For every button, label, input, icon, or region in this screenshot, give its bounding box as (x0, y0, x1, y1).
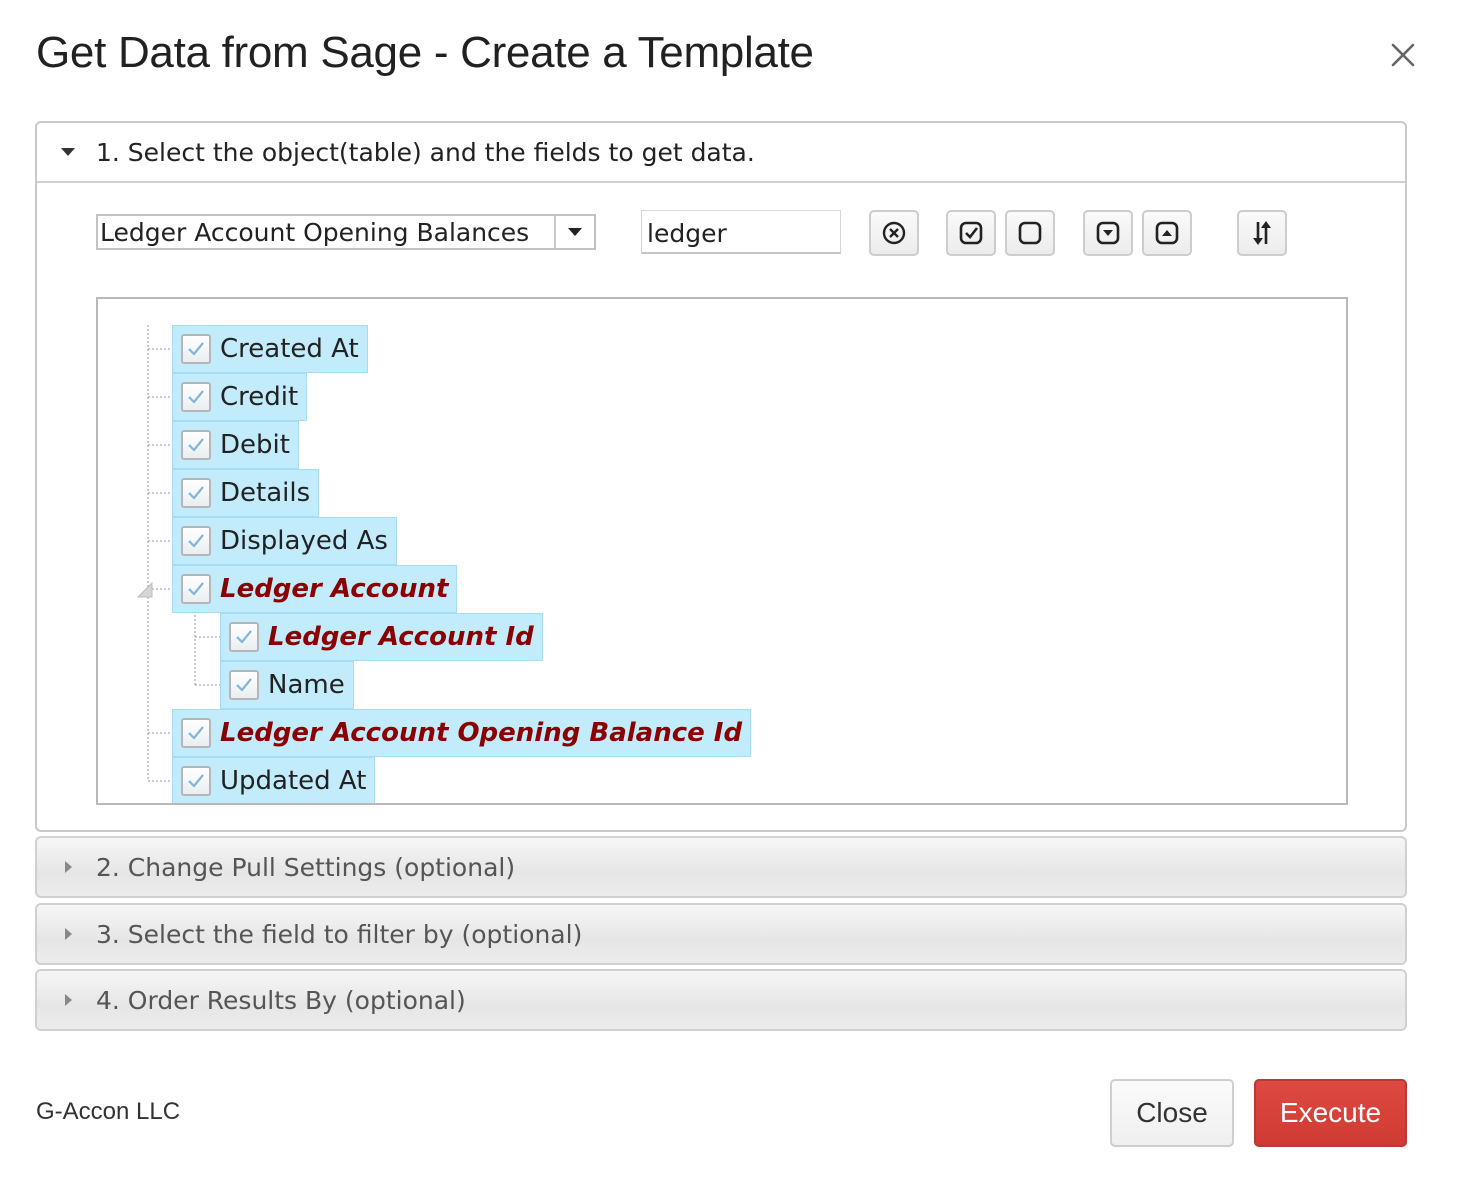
footer-brand: G-Accon LLC (36, 1098, 181, 1125)
tree-node-label: Credit (220, 382, 299, 412)
tree-node-label: Displayed As (220, 526, 388, 556)
collapse-all-button[interactable] (1142, 210, 1192, 256)
tree-node[interactable]: Ledger Account Id (220, 613, 543, 661)
tree-node-label: Details (220, 478, 311, 508)
chevron-down-square-icon (1096, 221, 1120, 245)
checkbox[interactable] (181, 430, 211, 460)
checkbox[interactable] (229, 622, 259, 652)
section-header-1[interactable]: 1. Select the object(table) and the fiel… (37, 123, 1405, 183)
expanded-triangle-icon (61, 148, 75, 156)
object-select-value: Ledger Account Opening Balances (100, 217, 530, 247)
section-label: 2. Change Pull Settings (optional) (96, 852, 516, 882)
deselect-all-button[interactable] (1005, 210, 1055, 256)
collapsed-triangle-icon (65, 861, 72, 873)
clear-search-button[interactable] (869, 210, 919, 256)
field-search-input[interactable] (641, 210, 841, 254)
tree-node[interactable]: Updated At (172, 757, 376, 803)
tree-node[interactable]: Credit (172, 373, 308, 421)
object-select[interactable]: Ledger Account Opening Balances (96, 214, 596, 250)
tree-node[interactable]: Debit (172, 421, 299, 469)
circle-x-icon (882, 221, 906, 245)
tree-node[interactable]: Ledger Account (172, 565, 458, 613)
checkbox[interactable] (181, 478, 211, 508)
tree-node-label: Ledger Account Id (268, 622, 534, 652)
empty-square-icon (1018, 221, 1042, 245)
tree-node-label: Updated At (220, 766, 367, 796)
expanded-node-icon (136, 581, 153, 598)
tree-node-label: Ledger Account Opening Balance Id (220, 718, 743, 748)
close-icon[interactable] (1386, 38, 1420, 72)
sort-arrows-icon (1253, 221, 1271, 245)
tree-node[interactable]: Name (220, 661, 354, 709)
tree-node[interactable]: Details (172, 469, 320, 517)
checkbox[interactable] (181, 574, 211, 604)
chevron-up-square-icon (1155, 221, 1179, 245)
section-filter-field[interactable]: 3. Select the field to filter by (option… (35, 903, 1407, 965)
dropdown-arrow-icon[interactable] (554, 216, 594, 248)
close-button[interactable]: Close (1110, 1079, 1234, 1147)
section-label: 3. Select the field to filter by (option… (96, 919, 583, 949)
tree-node[interactable]: Displayed As (172, 517, 397, 565)
tree-node-label: Name (268, 670, 345, 700)
tree-node-label: Ledger Account (220, 574, 449, 604)
sort-button[interactable] (1237, 210, 1287, 256)
tree-node[interactable]: Ledger Account Opening Balance Id (172, 709, 752, 757)
section-header-label: 1. Select the object(table) and the fiel… (96, 137, 755, 167)
execute-button[interactable]: Execute (1254, 1079, 1407, 1147)
checkbox[interactable] (181, 334, 211, 364)
collapsed-triangle-icon (65, 994, 72, 1006)
checkbox[interactable] (181, 382, 211, 412)
select-all-button[interactable] (946, 210, 996, 256)
checkbox[interactable] (229, 670, 259, 700)
field-tree: Created At Credit Debit Details Displayed As… (96, 297, 1348, 805)
tree-node-label: Created At (220, 334, 359, 364)
section-pull-settings[interactable]: 2. Change Pull Settings (optional) (35, 836, 1407, 898)
section-select-object: 1. Select the object(table) and the fiel… (35, 121, 1407, 832)
checkbox[interactable] (181, 766, 211, 796)
tree-node[interactable]: Created At (172, 325, 368, 373)
collapsed-triangle-icon (65, 928, 72, 940)
expand-all-button[interactable] (1083, 210, 1133, 256)
tree-node-label: Debit (220, 430, 290, 460)
section-label: 4. Order Results By (optional) (96, 985, 466, 1015)
check-square-icon (959, 221, 983, 245)
dialog-title: Get Data from Sage - Create a Template (36, 28, 814, 77)
section-order-results[interactable]: 4. Order Results By (optional) (35, 969, 1407, 1031)
checkbox[interactable] (181, 718, 211, 748)
checkbox[interactable] (181, 526, 211, 556)
